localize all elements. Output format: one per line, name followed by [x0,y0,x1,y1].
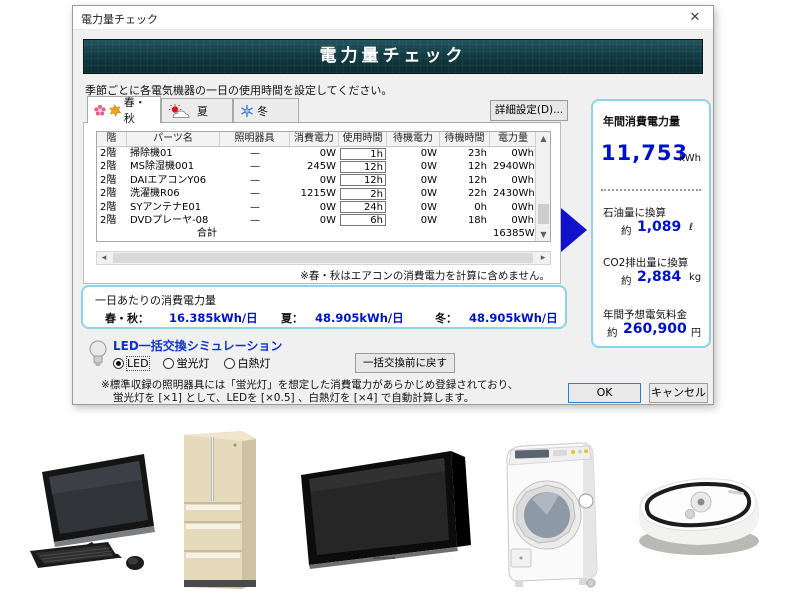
daily-label-winter: 冬： [435,310,457,326]
cost-label: 年間予想電気料金 [603,307,687,322]
desktop-computer-image [22,450,184,575]
table-row: 2階SYアンテナE01—0W24h0W0h0Wh [97,201,535,214]
autumn-leaf-icon [109,104,121,117]
table-row: 2階掃除機01—0W1h0W23h0Wh [97,147,535,160]
dialog-banner: 電力量チェック [83,39,703,74]
tab-page-panel: 階 パーツ名 照明器具 消費電力 使用時間 待機電力 待機時間 電力量 2階掃除… [83,123,561,284]
led-note-line2: 蛍光灯を [×1] として、LEDを [×0.5] 、白熱灯を [×4] で自動… [113,390,474,405]
col-header-lighting: 照明器具 [220,132,290,146]
tab-label: 夏 [197,103,208,119]
table-row: 2階DAIエアコンY06—0W12h0W12h0Wh [97,174,535,187]
led-options: LED 蛍光灯 白熱灯 [113,355,271,371]
daily-consumption-box: 一日あたりの消費電力量 春・秋： 16.385kWh/日 夏： 48.905kW… [81,285,567,329]
tab-label: 春・秋 [124,94,154,126]
scroll-down-icon[interactable]: ▼ [536,228,551,241]
co2-label: CO2排出量に換算 [603,255,688,270]
total-label: 合計 [127,227,220,240]
daily-value-summer: 48.905kWh/日 [315,310,404,326]
detail-settings-button[interactable]: 詳細設定(D)... [490,100,568,121]
tab-label: 冬 [257,103,268,119]
light-bulb-icon [89,339,107,369]
table-header-row: 階 パーツ名 照明器具 消費電力 使用時間 待機電力 待機時間 電力量 [97,132,550,147]
total-value: 16385Wh [490,227,537,240]
usage-time-input[interactable]: 6h [340,214,386,226]
col-header-standby-time: 待機時間 [440,132,490,146]
cherry-blossom-icon [94,104,106,117]
col-header-power: 消費電力 [290,132,339,146]
scroll-right-icon[interactable]: ▸ [536,252,550,264]
close-icon[interactable]: ✕ [681,8,709,27]
table-row: 2階DVDプレーヤ-08—0W6h0W18h0Wh [97,214,535,227]
radio-fluorescent[interactable]: 蛍光灯 [163,355,210,371]
annual-value: 11,753 [601,141,688,165]
daily-label-summer: 夏： [281,310,303,326]
co2-value: 2,884 [637,269,681,285]
daily-title: 一日あたりの消費電力量 [95,292,216,308]
appliance-table: 階 パーツ名 照明器具 消費電力 使用時間 待機電力 待機時間 電力量 2階掃除… [96,131,551,242]
col-header-floor: 階 [97,132,127,146]
scrollbar-thumb[interactable] [538,204,549,224]
power-check-dialog: 電力量チェック ✕ 電力量チェック 季節ごとに各電気機器の一日の使用時間を設定し… [72,5,714,405]
radio-dot [163,358,174,369]
oil-value: 1,089 [637,219,681,235]
cancel-button[interactable]: キャンセル [649,383,708,403]
radio-dot-selected [113,358,124,369]
title-bar: 電力量チェック ✕ [73,6,713,30]
scroll-left-icon[interactable]: ◂ [97,252,111,264]
tab-winter[interactable]: 冬 [233,98,299,123]
radio-led[interactable]: LED [113,357,149,370]
arrow-right-icon [561,208,587,252]
scroll-up-icon[interactable]: ▲ [536,132,551,145]
radio-incandescent[interactable]: 白熱灯 [224,355,271,371]
daily-value-spring: 16.385kWh/日 [169,310,258,326]
oil-label: 石油量に換算 [603,205,666,220]
vertical-scrollbar[interactable]: ▲ ▼ [535,132,550,241]
table-total-row: 合計 16385Wh [97,227,535,240]
usage-time-input[interactable]: 12h [340,174,386,186]
dotted-divider [601,189,701,191]
cost-unit: 円 [691,324,701,339]
daily-value-winter: 48.905kWh/日 [469,310,558,326]
flat-screen-tv-image [293,447,475,573]
season-note: ※春・秋はエアコンの消費電力を計算に含めません。 [300,268,550,283]
led-simulation-title: LED一括交換シミュレーション [113,337,282,354]
ok-button[interactable]: OK [568,383,641,403]
horizontal-scrollbar[interactable]: ◂ ▸ [96,251,551,265]
col-header-usage-time: 使用時間 [339,132,387,146]
robot-vacuum-image [628,463,770,559]
sun-cloud-icon [168,104,194,119]
usage-time-input[interactable]: 2h [340,188,386,200]
col-header-energy: 電力量 [490,132,537,146]
tab-spring-autumn[interactable]: 春・秋 [87,96,161,123]
refrigerator-image [168,425,268,597]
table-row: 2階洗濯機R06—1215W2h0W22h2430Wh [97,187,535,200]
col-header-standby-power: 待機電力 [387,132,440,146]
annual-unit: kWh [679,153,701,164]
usage-time-input[interactable]: 12h [340,161,386,173]
usage-time-input[interactable]: 1h [340,148,386,160]
summary-title: 年間消費電力量 [603,113,680,129]
cost-value: 260,900 [623,321,687,337]
annual-summary-panel: 年間消費電力量 11,753 kWh 石油量に換算 約 1,089 ℓ CO2排… [591,99,711,348]
window-title: 電力量チェック [81,11,158,27]
scrollbar-thumb[interactable] [113,253,533,263]
oil-unit: ℓ [689,222,693,233]
tab-summer[interactable]: 夏 [161,98,233,123]
col-header-part: パーツ名 [127,132,220,146]
daily-label-spring: 春・秋： [105,310,149,326]
banner-title: 電力量チェック [320,46,467,66]
table-row: 2階MS除湿機001—245W12h0W12h2940Wh [97,160,535,173]
radio-dot [224,358,235,369]
reset-before-replace-button[interactable]: 一括交換前に戻す [355,353,455,373]
drum-washing-machine-image [487,437,617,589]
co2-unit: kg [689,272,701,283]
snowflake-icon [240,104,254,118]
usage-time-input[interactable]: 24h [340,201,386,213]
